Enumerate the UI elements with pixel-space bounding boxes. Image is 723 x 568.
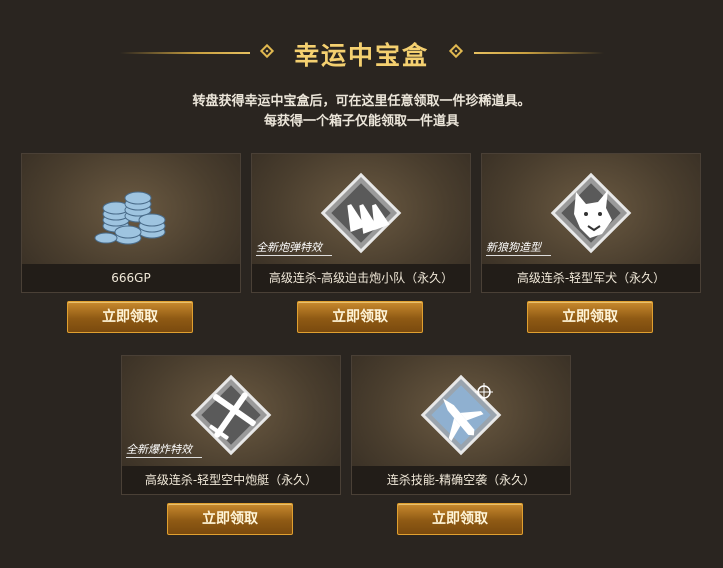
feature-tag: 全新爆炸特效 <box>126 441 202 458</box>
reward-label: 连杀技能-精确空袭（永久） <box>352 466 570 494</box>
reward-label: 高级连杀-轻型空中炮艇（永久） <box>122 466 340 494</box>
reward-label: 高级连杀-轻型军犬（永久） <box>482 264 700 292</box>
reward-card-gp: 666GP <box>21 153 241 293</box>
reward-card-gunship: 全新爆炸特效 高级连杀-轻型空中炮艇（永久） <box>121 355 341 495</box>
reward-label: 高级连杀-高级迫击炮小队（永久） <box>252 264 470 292</box>
title-divider-right <box>474 52 604 54</box>
claim-button-mortar[interactable]: 立即领取 <box>297 301 423 333</box>
reward-card-airstrike: 连杀技能-精确空袭（永久） <box>351 355 571 495</box>
page-title: 幸运中宝盒 <box>293 41 429 70</box>
description-line-1: 转盘获得幸运中宝盒后，可在这里任意领取一件珍稀道具。 <box>192 94 531 109</box>
jet-airstrike-icon <box>420 374 502 456</box>
reward-label: 666GP <box>22 264 240 292</box>
section-header: 幸运中宝盒 <box>0 34 723 74</box>
claim-button-dog[interactable]: 立即领取 <box>527 301 653 333</box>
reward-card-mortar: 全新炮弹特效 高级连杀-高级迫击炮小队（永久） <box>251 153 471 293</box>
coins-icon <box>94 191 166 245</box>
claim-button-airstrike[interactable]: 立即领取 <box>397 503 523 535</box>
claim-button-gp[interactable]: 立即领取 <box>67 301 193 333</box>
description-line-2: 每获得一个箱子仅能领取一件道具 <box>263 114 459 129</box>
claim-button-gunship[interactable]: 立即领取 <box>167 503 293 535</box>
feature-tag: 新狼狗造型 <box>486 239 551 256</box>
reward-card-dog: 新狼狗造型 高级连杀-轻型军犬（永久） <box>481 153 701 293</box>
wolf-dog-icon <box>550 172 632 254</box>
feature-tag: 全新炮弹特效 <box>256 239 332 256</box>
